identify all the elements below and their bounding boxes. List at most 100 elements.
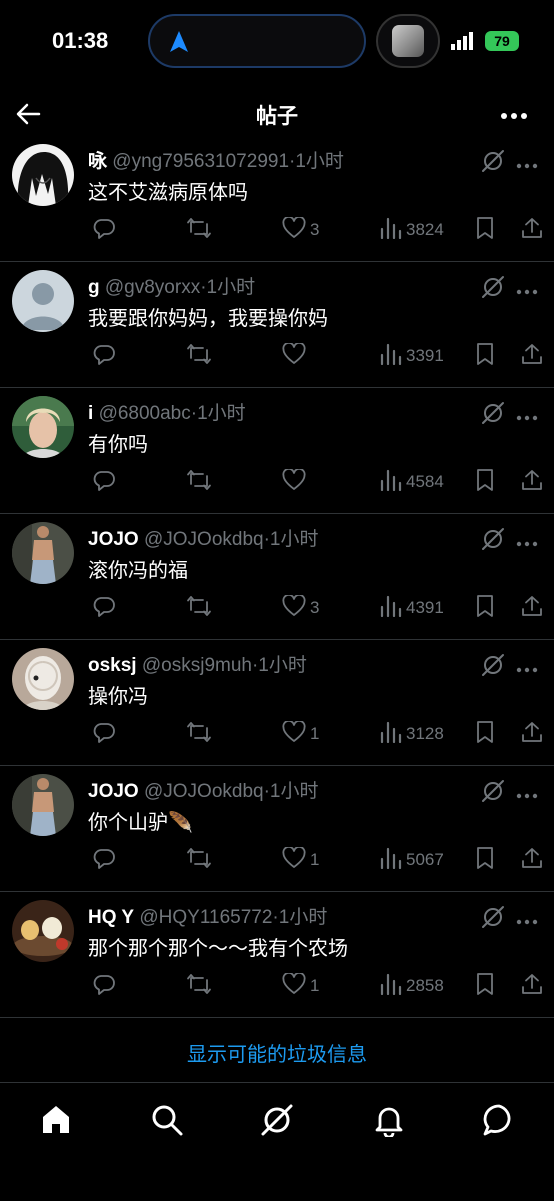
repost-button[interactable] — [182, 216, 212, 244]
like-button[interactable] — [278, 341, 310, 370]
repost-button[interactable] — [182, 972, 212, 1000]
author-name[interactable]: JOJO — [88, 781, 139, 802]
notifications-icon[interactable] — [372, 1103, 406, 1137]
reply-post[interactable]: i @6800abc·1小时 有你吗 4584 — [0, 388, 554, 514]
reply-list: 咏 @yng795631072991·1小时 这不艾滋病原体吗 3 3824 g @gv… — [0, 142, 554, 1018]
like-count: 1 — [310, 976, 320, 995]
author-name[interactable]: i — [88, 403, 93, 424]
post-more-icon[interactable] — [516, 408, 538, 426]
repost-button[interactable] — [182, 720, 212, 748]
author-name[interactable]: JOJO — [88, 529, 139, 550]
share-button[interactable] — [516, 594, 544, 622]
like-button[interactable]: 1 — [278, 719, 319, 748]
share-button[interactable] — [516, 216, 544, 244]
live-activity-pill[interactable] — [376, 14, 440, 68]
reply-button[interactable] — [88, 216, 116, 244]
heart-icon — [282, 341, 306, 370]
author-handle[interactable]: @6800abc — [99, 403, 191, 424]
avatar[interactable] — [12, 270, 74, 332]
dynamic-island[interactable] — [148, 14, 366, 68]
bookmark-button[interactable] — [470, 846, 496, 874]
author-handle[interactable]: @gv8yorxx — [105, 277, 200, 298]
repost-button[interactable] — [182, 594, 212, 622]
views-button[interactable]: 3391 — [376, 342, 444, 370]
post-more-icon[interactable] — [516, 660, 538, 678]
reply-button[interactable] — [88, 594, 116, 622]
author-handle[interactable]: @HQY1165772 — [139, 907, 272, 928]
avatar[interactable] — [12, 396, 74, 458]
avatar[interactable] — [12, 648, 74, 710]
post-more-icon[interactable] — [516, 282, 538, 300]
bookmark-button[interactable] — [470, 342, 496, 370]
grok-icon[interactable] — [260, 1103, 294, 1137]
bookmark-button[interactable] — [470, 720, 496, 748]
author-name[interactable]: g — [88, 277, 100, 298]
author-handle[interactable]: @yng795631072991 — [112, 151, 289, 172]
repost-button[interactable] — [182, 468, 212, 496]
reply-post[interactable]: JOJO @JOJOokdbq·1小时 你个山驴🪶 1 5067 — [0, 766, 554, 892]
messages-icon[interactable] — [482, 1103, 516, 1137]
reply-button[interactable] — [88, 468, 116, 496]
reply-post[interactable]: JOJO @JOJOokdbq·1小时 滚你冯的福 3 4391 — [0, 514, 554, 640]
grok-explain-icon[interactable] — [480, 400, 506, 431]
share-icon — [520, 342, 544, 371]
post-more-icon[interactable] — [516, 156, 538, 174]
grok-explain-icon[interactable] — [480, 148, 506, 179]
repost-button[interactable] — [182, 846, 212, 874]
like-button[interactable]: 1 — [278, 845, 319, 874]
post-more-icon[interactable] — [516, 534, 538, 552]
grok-explain-icon[interactable] — [480, 778, 506, 809]
share-button[interactable] — [516, 342, 544, 370]
author-name[interactable]: HQ Y — [88, 907, 134, 928]
reply-button[interactable] — [88, 972, 116, 1000]
reply-button[interactable] — [88, 846, 116, 874]
home-icon[interactable] — [39, 1103, 73, 1137]
views-button[interactable]: 3128 — [376, 720, 444, 748]
like-button[interactable] — [278, 467, 310, 496]
like-button[interactable]: 1 — [278, 971, 320, 1000]
avatar[interactable] — [12, 900, 74, 962]
bookmark-button[interactable] — [470, 594, 496, 622]
views-button[interactable]: 4584 — [376, 468, 444, 496]
bookmark-button[interactable] — [470, 468, 496, 496]
share-button[interactable] — [516, 972, 544, 1000]
grok-explain-icon[interactable] — [480, 652, 506, 683]
bookmark-button[interactable] — [470, 972, 496, 1000]
reply-button[interactable] — [88, 720, 116, 748]
reply-button[interactable] — [88, 342, 116, 370]
grok-explain-icon[interactable] — [480, 274, 506, 305]
top-bar: 帖子 — [0, 84, 554, 144]
more-options-icon[interactable] — [500, 112, 528, 120]
like-button[interactable]: 3 — [278, 215, 319, 244]
reply-post[interactable]: HQ Y @HQY1165772·1小时 那个那个那个～～我有个农场 1 2858 — [0, 892, 554, 1018]
author-name[interactable]: 咏 — [88, 151, 107, 172]
views-button[interactable]: 4391 — [376, 594, 444, 622]
views-button[interactable]: 2858 — [376, 972, 444, 1000]
views-button[interactable]: 3824 — [376, 216, 444, 244]
share-button[interactable] — [516, 720, 544, 748]
search-icon[interactable] — [150, 1103, 184, 1137]
repost-button[interactable] — [182, 342, 212, 370]
grok-explain-icon[interactable] — [480, 526, 506, 557]
avatar[interactable] — [12, 522, 74, 584]
author-handle[interactable]: @JOJOokdbq — [144, 781, 264, 802]
post-more-icon[interactable] — [516, 912, 538, 930]
author-name[interactable]: osksj — [88, 655, 137, 676]
reply-post[interactable]: 咏 @yng795631072991·1小时 这不艾滋病原体吗 3 3824 — [0, 142, 554, 262]
bookmark-button[interactable] — [470, 216, 496, 244]
share-button[interactable] — [516, 846, 544, 874]
post-more-icon[interactable] — [516, 786, 538, 804]
like-button[interactable]: 3 — [278, 593, 319, 622]
reply-post[interactable]: g @gv8yorxx·1小时 我要跟你妈妈，我要操你妈 3391 — [0, 262, 554, 388]
author-handle[interactable]: @JOJOokdbq — [144, 529, 264, 550]
reply-icon — [92, 720, 116, 749]
avatar[interactable] — [12, 144, 74, 206]
author-handle[interactable]: @osksj9muh — [142, 655, 252, 676]
views-button[interactable]: 5067 — [376, 846, 444, 874]
show-spam-link[interactable]: 显示可能的垃圾信息 — [0, 1038, 554, 1067]
avatar[interactable] — [12, 774, 74, 836]
share-button[interactable] — [516, 468, 544, 496]
post-actions: 3 3824 — [88, 215, 548, 244]
grok-explain-icon[interactable] — [480, 904, 506, 935]
reply-post[interactable]: osksj @osksj9muh·1小时 操你冯 1 3128 — [0, 640, 554, 766]
